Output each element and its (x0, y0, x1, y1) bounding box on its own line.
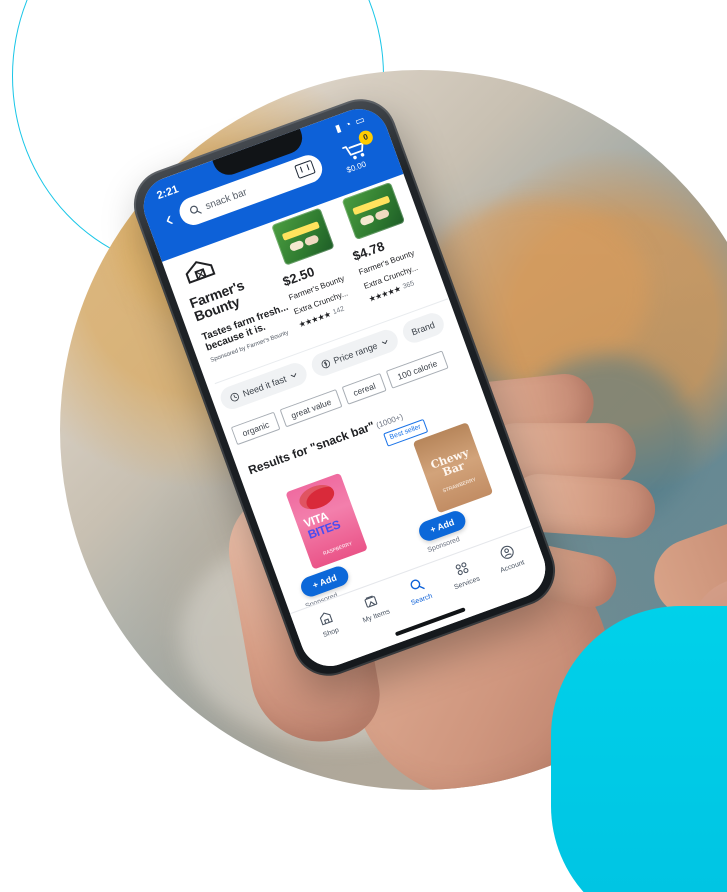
product-package-chewy-bar: Chewy Bar STRAWBERRY (412, 422, 494, 514)
chevron-down-icon (290, 372, 296, 377)
chevron-down-icon (381, 339, 387, 344)
barn-logo-icon (185, 261, 216, 284)
back-button[interactable]: ‹ (158, 207, 180, 232)
marketing-scene: 2:21 ▮ ◔ ▭ ‹ snack bar 0 $0.00 Farmer's … (0, 0, 727, 892)
nav-item-search[interactable]: Search (393, 570, 444, 610)
chevron-left-icon: ‹ (161, 207, 177, 232)
search-input-value: snack bar (203, 186, 249, 212)
filter-label: Need it fast (241, 373, 288, 399)
nav-label: Search (410, 592, 434, 607)
rating-count: 142 (331, 305, 346, 317)
filter-brand[interactable]: Brand (399, 310, 447, 347)
add-button[interactable]: + Add (416, 508, 469, 544)
filter-label: Price range (331, 340, 379, 366)
tag-100-calorie[interactable]: 100 calorie (385, 350, 449, 389)
shop-icon (319, 612, 333, 626)
nav-item-services[interactable]: Services (438, 554, 489, 594)
rating-count: 365 (401, 280, 416, 291)
package-brand-line-1: Chewy Bar (428, 445, 471, 480)
barcode-scan-icon[interactable] (294, 159, 316, 180)
services-icon (455, 562, 469, 576)
filter-label: Brand (409, 319, 436, 337)
price-icon (320, 359, 330, 368)
nav-item-my-items[interactable]: My Items (348, 587, 399, 627)
package-flavor-text: STRAWBERRY (441, 476, 477, 495)
search-icon (189, 205, 202, 214)
package-flavor-text: RASPBERRY (322, 540, 354, 558)
tag-cereal[interactable]: cereal (341, 372, 387, 405)
account-icon (500, 545, 514, 559)
nav-item-shop[interactable]: Shop (302, 603, 353, 643)
cart-button[interactable]: 0 $0.00 (334, 127, 387, 179)
tag-organic[interactable]: organic (230, 411, 281, 446)
my-items-icon (364, 595, 378, 608)
nav-item-account[interactable]: Account (484, 537, 535, 577)
search-icon (410, 579, 425, 590)
clock-icon (230, 392, 239, 401)
status-time: 2:21 (155, 183, 181, 203)
nav-label: Shop (322, 626, 340, 639)
tag-great-value[interactable]: great value (279, 389, 343, 428)
product-package-vita-bites: VITA BITES RASPBERRY (285, 472, 368, 570)
